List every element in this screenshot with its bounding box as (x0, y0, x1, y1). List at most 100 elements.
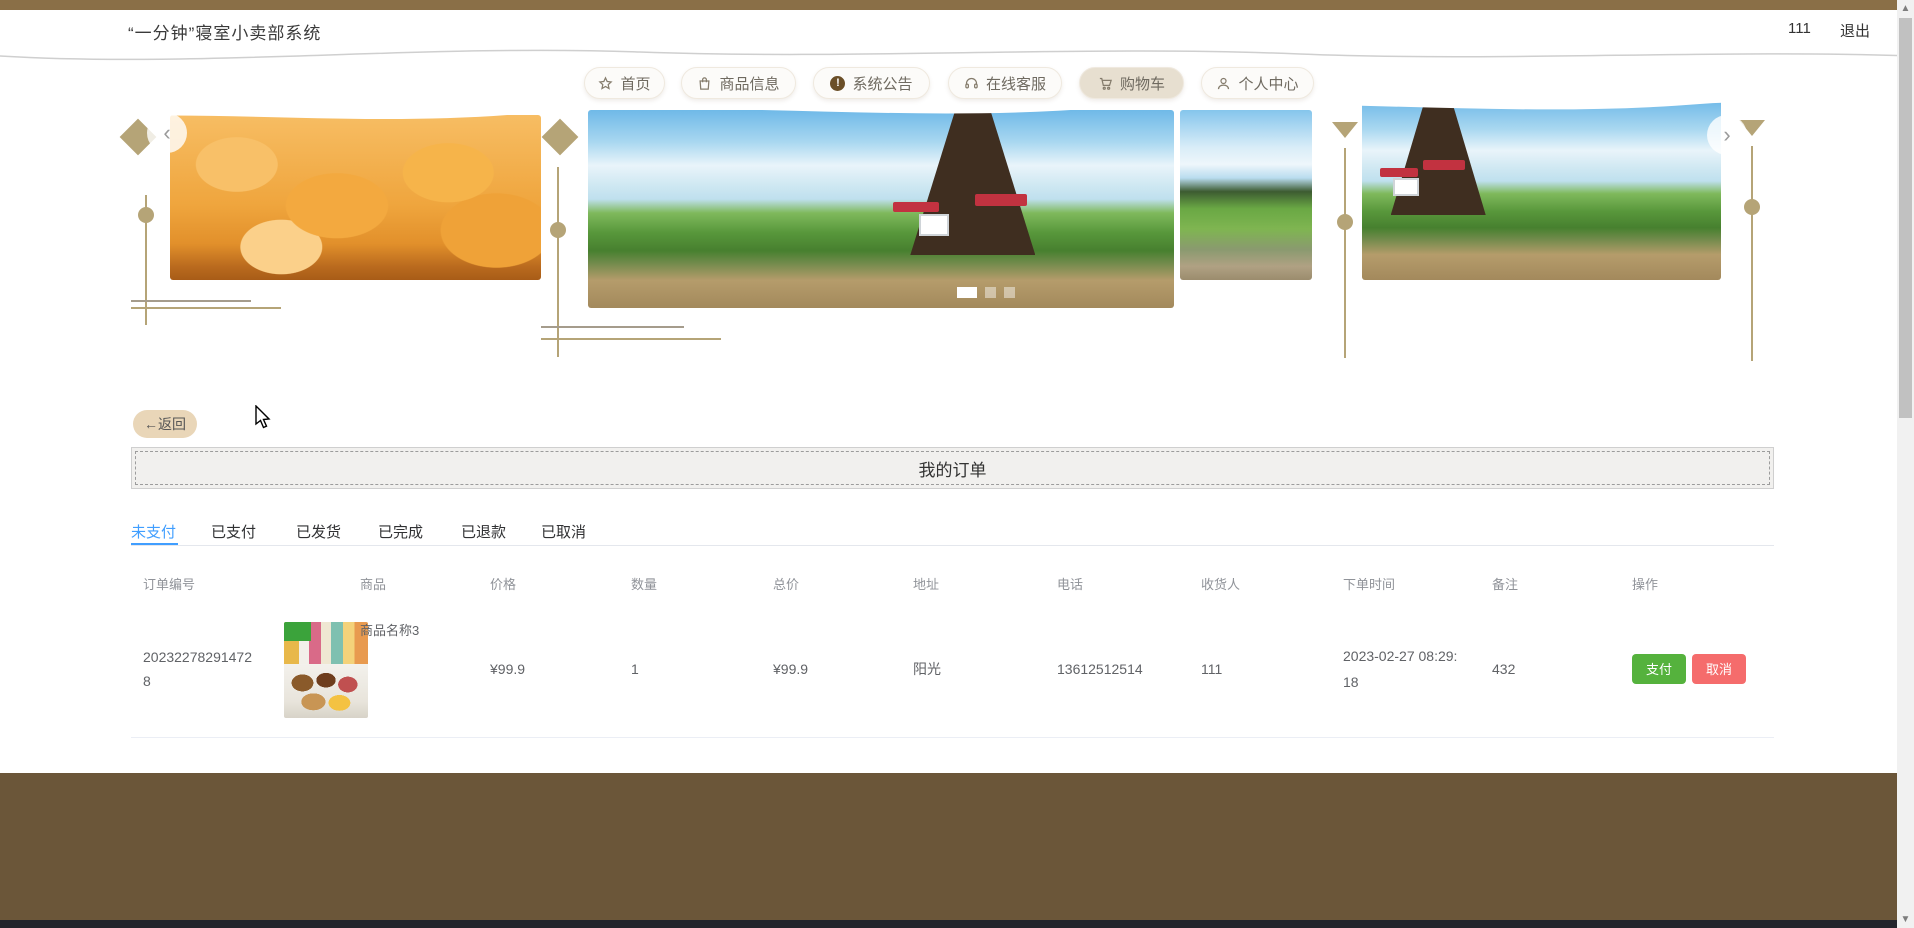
tab-completed[interactable]: 已完成 (378, 521, 423, 542)
nav-support[interactable]: 在线客服 (948, 67, 1062, 99)
carousel-next-button[interactable]: › (1707, 115, 1747, 155)
logout-link[interactable]: 退出 (1840, 20, 1870, 41)
total-cell: ¥99.9 (773, 660, 809, 677)
quantity-cell: 1 (631, 660, 639, 677)
orders-table-header: 订单编号 商品 价格 数量 总价 地址 电话 收货人 下单时间 备注 操作 (131, 568, 1774, 598)
header-username[interactable]: 111 (1788, 20, 1811, 37)
windmill-window (1392, 178, 1419, 196)
tab-shipped[interactable]: 已发货 (296, 521, 341, 542)
footer-dark-strip (0, 920, 1897, 928)
col-quantity: 数量 (631, 576, 658, 592)
carousel-prev-button[interactable]: ‹ (147, 113, 187, 153)
headset-icon (964, 76, 979, 91)
tab-unpaid[interactable]: 未支付 (131, 521, 176, 542)
line-decoration (541, 338, 721, 340)
tabs-divider (131, 545, 1774, 546)
remark-cell: 432 (1492, 660, 1516, 677)
orders-panel-header: 我的订单 (131, 447, 1774, 489)
page: “一分钟”寝室小卖部系统 111 退出 首页 商品信息 ! 系统公告 在线客服 … (0, 0, 1914, 928)
nav-profile-label: 个人中心 (1238, 75, 1299, 93)
dot-decoration (550, 222, 566, 238)
product-name: 商品名称3 (360, 623, 420, 638)
back-button[interactable]: ← 返回 (133, 410, 197, 438)
col-product: 商品 (360, 576, 387, 592)
orders-panel-title: 我的订单 (918, 460, 987, 480)
col-address: 地址 (913, 576, 940, 592)
windmill-photo (588, 110, 1174, 308)
line-decoration (131, 307, 281, 309)
time-cell: 2023-02-27 08:29:18 (1331, 600, 1480, 737)
pay-button[interactable]: 支付 (1632, 653, 1687, 684)
col-total: 总价 (773, 576, 800, 592)
order-row: 202322782914728 商品名称3 ¥99.9 1 ¥99.9 阳光 1… (131, 600, 1774, 738)
order-no-value: 202322782914728 (143, 648, 253, 689)
scrollbar-down-arrow-icon[interactable]: ▼ (1899, 913, 1912, 926)
top-brown-bar (0, 0, 1897, 10)
triangle-decoration (1332, 122, 1358, 138)
cart-icon (1098, 76, 1113, 91)
chips-photo (170, 115, 541, 280)
star-icon (598, 75, 614, 91)
nav-support-label: 在线客服 (985, 75, 1046, 93)
tab-refunded[interactable]: 已退款 (461, 521, 506, 542)
bag-icon (697, 76, 712, 91)
nav-profile[interactable]: 个人中心 (1201, 67, 1314, 99)
carousel-indicator-active[interactable] (957, 287, 977, 298)
site-title: “一分钟”寝室小卖部系统 (128, 24, 322, 43)
line-decoration (1751, 146, 1753, 361)
receiver-cell: 111 (1201, 660, 1223, 677)
windmill-red-roof (1423, 160, 1466, 170)
windmill-red-awning (892, 202, 939, 212)
windmill-window (919, 214, 950, 236)
line-decoration (1344, 148, 1346, 358)
line-decoration (557, 167, 559, 357)
phone-cell: 13612512514 (1057, 660, 1143, 677)
price-cell: ¥99.9 (490, 660, 526, 677)
col-remark: 备注 (1492, 576, 1519, 592)
nav-cart-label: 购物车 (1119, 75, 1165, 93)
carousel-slide-chips[interactable] (170, 115, 541, 280)
cancel-button[interactable]: 取消 (1692, 653, 1747, 684)
carousel-indicator[interactable] (985, 287, 996, 298)
scrollbar-up-arrow-icon[interactable]: ▲ (1899, 2, 1912, 15)
dot-decoration (1744, 199, 1760, 215)
marsh-photo (1180, 110, 1312, 280)
col-receiver: 收货人 (1201, 576, 1241, 592)
green-label-image (284, 622, 311, 641)
col-order-no: 订单编号 (143, 576, 196, 592)
col-phone: 电话 (1057, 576, 1084, 592)
line-decoration (541, 326, 684, 328)
tab-cancelled[interactable]: 已取消 (541, 521, 586, 542)
line-decoration (131, 300, 251, 302)
product-thumbnail[interactable] (284, 622, 368, 718)
col-actions: 操作 (1632, 576, 1659, 592)
nav-home-label: 首页 (620, 75, 651, 93)
back-button-label: 返回 (158, 416, 186, 432)
nav-announcements[interactable]: ! 系统公告 (813, 67, 930, 99)
dot-decoration (138, 207, 154, 223)
col-price: 价格 (490, 576, 517, 592)
carousel-indicators (957, 287, 1015, 298)
tab-paid[interactable]: 已支付 (211, 521, 256, 542)
dot-decoration (1337, 214, 1353, 230)
user-icon (1216, 76, 1231, 91)
chevron-left-icon: ‹ (163, 120, 171, 145)
product-cell: 商品名称3 (284, 600, 478, 737)
carousel-slide-marsh[interactable] (1180, 110, 1312, 280)
carousel-indicator[interactable] (1004, 287, 1015, 298)
col-time: 下单时间 (1343, 576, 1396, 592)
chevron-right-icon: › (1723, 122, 1731, 147)
active-tab-underline (131, 543, 178, 545)
address-cell: 阳光 (913, 660, 941, 677)
mouse-cursor (255, 405, 271, 429)
footer (0, 773, 1897, 920)
nav-home[interactable]: 首页 (584, 67, 665, 99)
announcement-icon: ! (830, 75, 846, 91)
actions-cell: 支付 取消 (1620, 600, 1781, 737)
nav-products[interactable]: 商品信息 (681, 67, 796, 99)
nav-products-label: 商品信息 (719, 75, 780, 93)
time-value: 2023-02-27 08:29:18 (1343, 647, 1458, 690)
scrollbar-thumb[interactable] (1899, 18, 1912, 418)
nav-cart[interactable]: 购物车 (1079, 67, 1184, 99)
carousel-slide-windmill-main[interactable] (588, 110, 1174, 308)
